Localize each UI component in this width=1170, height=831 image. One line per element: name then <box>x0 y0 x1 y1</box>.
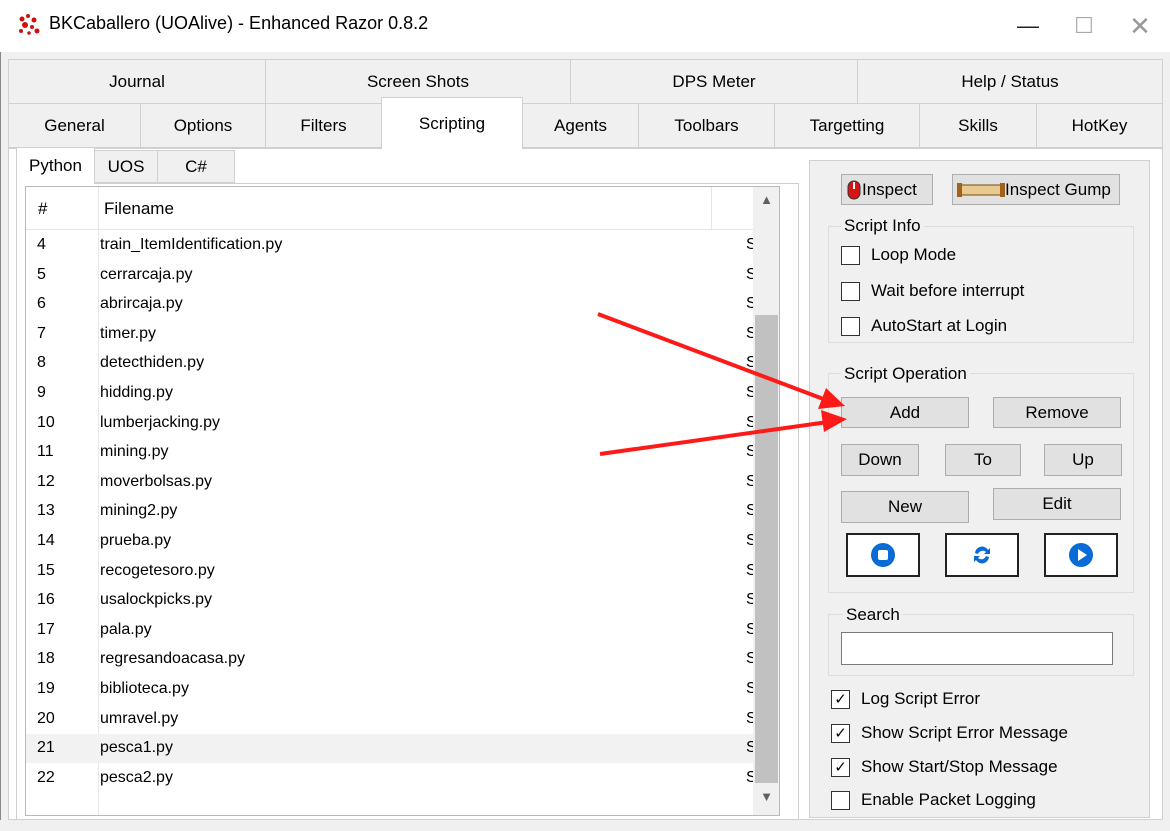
annotation-arrows <box>597 312 847 456</box>
status-strip <box>0 820 1170 831</box>
annotation-arrow-line <box>597 312 827 402</box>
annotation-arrow-head <box>821 410 847 432</box>
subtab-python[interactable]: Python <box>16 147 95 184</box>
annotation-arrow-line <box>599 420 829 456</box>
annotation-arrow-head <box>818 388 845 409</box>
tab-scripting[interactable]: Scripting <box>381 97 523 149</box>
